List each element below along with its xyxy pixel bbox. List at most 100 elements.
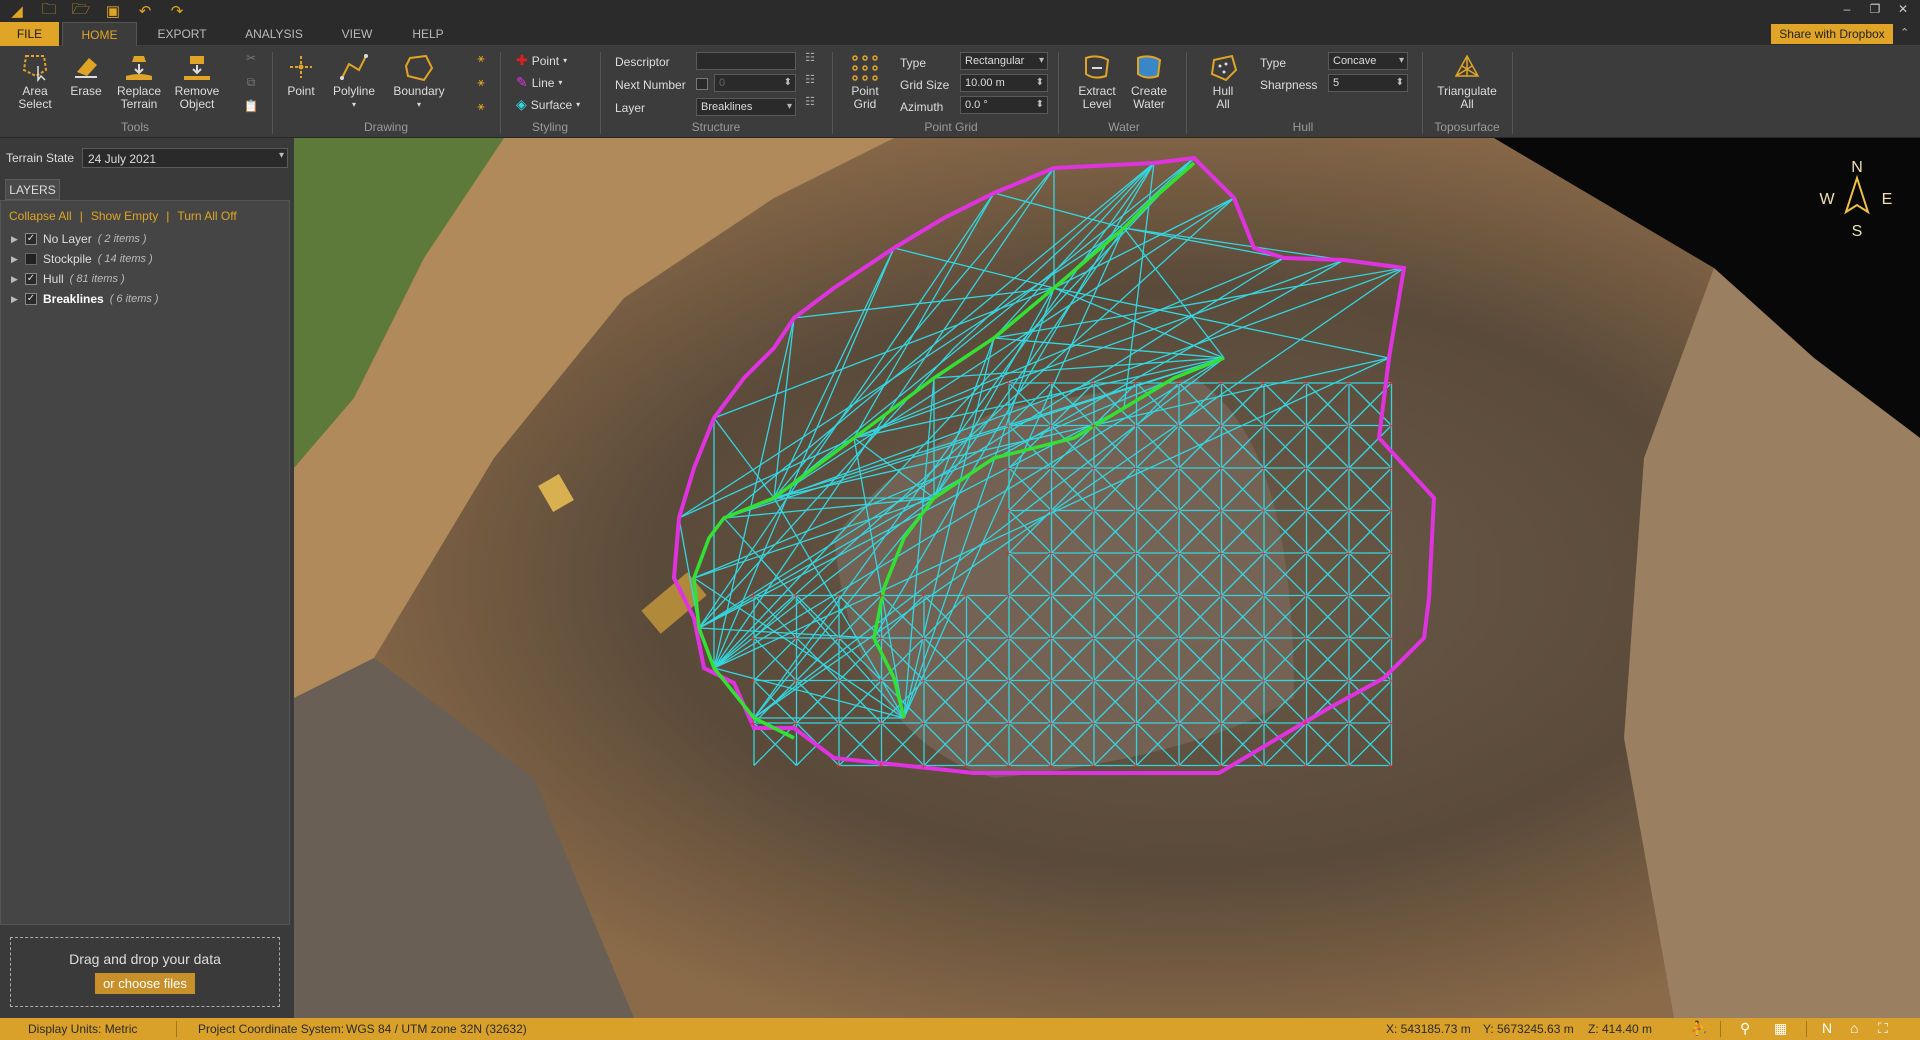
grid-icon[interactable]: ▦ [1774, 1020, 1787, 1037]
redo-icon[interactable]: ↷ [166, 2, 188, 20]
tab-help[interactable]: HELP [400, 22, 456, 46]
number-list-icon[interactable]: ☷ [800, 74, 820, 87]
expand-arrow-icon[interactable]: ▶ [11, 274, 19, 285]
grid-point-marker: + [1175, 591, 1181, 603]
close-button[interactable]: ✕ [1892, 2, 1914, 20]
grid-point-marker: + [1175, 548, 1181, 560]
person-icon[interactable]: ⛹ [1690, 1020, 1707, 1037]
hull-all-button[interactable]: Hull All [1200, 52, 1246, 111]
grid-point-marker: + [1048, 676, 1054, 688]
replace-terrain-button[interactable]: Replace Terrain [112, 52, 166, 111]
sharpness-input[interactable]: 5 [1328, 74, 1408, 92]
hull-type-select[interactable]: Concave [1328, 52, 1408, 70]
new-folder-icon[interactable]: 🗀 [38, 1, 60, 20]
snap-level-icon[interactable]: ⚹ [470, 100, 492, 113]
terrain-state-select[interactable]: 24 July 2021 [82, 148, 288, 168]
tab-analysis[interactable]: ANALYSIS [232, 22, 316, 46]
layer-name: No Layer [43, 232, 92, 246]
map-viewport[interactable]: + + + + + + + + + + + + + + + + + + + + + + + + + + + + + + + + + + + + + + + +… [294, 138, 1920, 1018]
turn-all-off-link[interactable]: Turn All Off [177, 209, 236, 223]
style-line-dropdown[interactable]: ✎ Line ▾ [516, 74, 562, 91]
grid-point-marker: + [1260, 421, 1266, 433]
grid-point-marker: + [835, 676, 841, 688]
grid-point-marker: + [1303, 761, 1309, 773]
grid-type-select[interactable]: Rectangular [960, 52, 1048, 70]
tree-icon[interactable]: ⚲ [1740, 1020, 1750, 1037]
tab-view[interactable]: VIEW [330, 22, 384, 46]
choose-files-button[interactable]: or choose files [95, 973, 195, 994]
triangulate-all-button[interactable]: Triangulate All [1432, 52, 1502, 111]
restore-button[interactable]: ❐ [1864, 2, 1886, 20]
polyline-button[interactable]: Polyline ▾ [328, 52, 380, 111]
layer-checkbox[interactable]: ✓ [25, 273, 37, 285]
drop-zone[interactable]: Drag and drop your data or choose files [10, 937, 280, 1007]
hull-type-label: Type [1260, 56, 1287, 70]
undo-icon[interactable]: ↶ [134, 2, 156, 20]
style-point-label: Point [531, 53, 560, 68]
area-select-button[interactable]: Area Select [12, 52, 58, 111]
erase-button[interactable]: Erase [66, 52, 106, 98]
grid-point-marker: + [1090, 761, 1096, 773]
fullscreen-icon[interactable]: ⛶ [1878, 1020, 1888, 1037]
descriptor-list-icon[interactable]: ☷ [800, 52, 820, 65]
collapse-all-link[interactable]: Collapse All [9, 209, 72, 223]
grid-point-marker: + [1175, 463, 1181, 475]
grid-point-marker: + [963, 591, 969, 603]
tab-export[interactable]: EXPORT [146, 22, 218, 46]
layer-checkbox[interactable]: ✓ [25, 293, 37, 305]
layer-name: Breaklines [43, 292, 104, 306]
tab-file[interactable]: FILE [0, 22, 59, 46]
grid-size-input[interactable]: 10.00 m [960, 74, 1048, 92]
copy-icon[interactable]: ⧉ [240, 76, 262, 89]
style-point-dropdown[interactable]: ✚ Point ▾ [516, 52, 567, 69]
style-surface-dropdown[interactable]: ◈ Surface ▾ [516, 96, 580, 113]
layer-select[interactable]: Breaklines [696, 98, 796, 116]
remove-object-button[interactable]: Remove Object [170, 52, 224, 111]
open-folder-icon[interactable]: 🗁 [70, 1, 92, 20]
next-number-input[interactable]: 0 [714, 74, 796, 92]
layer-row-no-layer[interactable]: ▶ ✓ No Layer ( 2 items ) [11, 230, 147, 248]
north-icon[interactable]: N [1822, 1020, 1832, 1036]
boundary-label: Boundary [393, 84, 445, 98]
layers-tab[interactable]: LAYERS [5, 179, 60, 200]
create-water-button[interactable]: Create Water [1126, 52, 1172, 111]
point-button[interactable]: Point [280, 52, 322, 98]
snap-terrain-icon[interactable]: ⚹ [470, 76, 492, 89]
layer-row-stockpile[interactable]: ▶ Stockpile ( 14 items ) [11, 250, 153, 268]
boundary-dropdown-icon[interactable]: ▾ [417, 98, 421, 111]
collapse-ribbon-icon[interactable]: ⌃ [1900, 26, 1909, 39]
boundary-button[interactable]: Boundary ▾ [390, 52, 448, 111]
azimuth-input[interactable]: 0.0 ° [960, 96, 1048, 114]
layer-list-icon[interactable]: ☷ [800, 96, 820, 109]
layer-row-breaklines[interactable]: ▶ ✓ Breaklines ( 6 items ) [11, 290, 159, 308]
terrain-view[interactable]: + + + + + + + + + + + + + + + + + + + + + + + + + + + + + + + + + + + + + + + +… [294, 138, 1920, 1018]
show-empty-link[interactable]: Show Empty [91, 209, 158, 223]
point-grid-button[interactable]: Point Grid [840, 52, 890, 111]
grid-point-marker: + [1048, 591, 1054, 603]
home-icon[interactable]: ⌂ [1850, 1020, 1858, 1036]
save-icon[interactable]: ▣ [102, 2, 124, 20]
expand-arrow-icon[interactable]: ▶ [11, 254, 19, 265]
extract-level-button[interactable]: Extract Level [1074, 52, 1120, 111]
layer-row-hull[interactable]: ▶ ✓ Hull ( 81 items ) [11, 270, 125, 288]
polyline-dropdown-icon[interactable]: ▾ [352, 98, 356, 111]
cut-icon[interactable]: ✂ [240, 52, 262, 65]
snap-icon[interactable]: ⚹ [470, 52, 492, 65]
coord-system-value[interactable]: WGS 84 / UTM zone 32N (32632) [346, 1022, 527, 1036]
paste-icon[interactable]: 📋 [240, 100, 262, 113]
next-number-checkbox[interactable] [696, 78, 708, 90]
layer-links: Collapse All | Show Empty | Turn All Off [9, 209, 237, 223]
layer-checkbox[interactable] [25, 253, 37, 265]
descriptor-input[interactable] [696, 52, 796, 70]
minimize-button[interactable]: – [1836, 2, 1858, 20]
grid-point-marker: + [920, 718, 926, 730]
app-logo-icon[interactable]: ◢ [6, 2, 28, 20]
display-units[interactable]: Display Units: Metric [28, 1022, 137, 1036]
replace-terrain-label: Replace Terrain [116, 84, 162, 111]
ribbon: Area Select Erase Replace Terrain Remove… [0, 46, 1920, 138]
layer-checkbox[interactable]: ✓ [25, 233, 37, 245]
tab-home[interactable]: HOME [62, 22, 137, 46]
expand-arrow-icon[interactable]: ▶ [11, 294, 19, 305]
share-dropbox-button[interactable]: Share with Dropbox [1771, 24, 1893, 44]
expand-arrow-icon[interactable]: ▶ [11, 234, 19, 245]
